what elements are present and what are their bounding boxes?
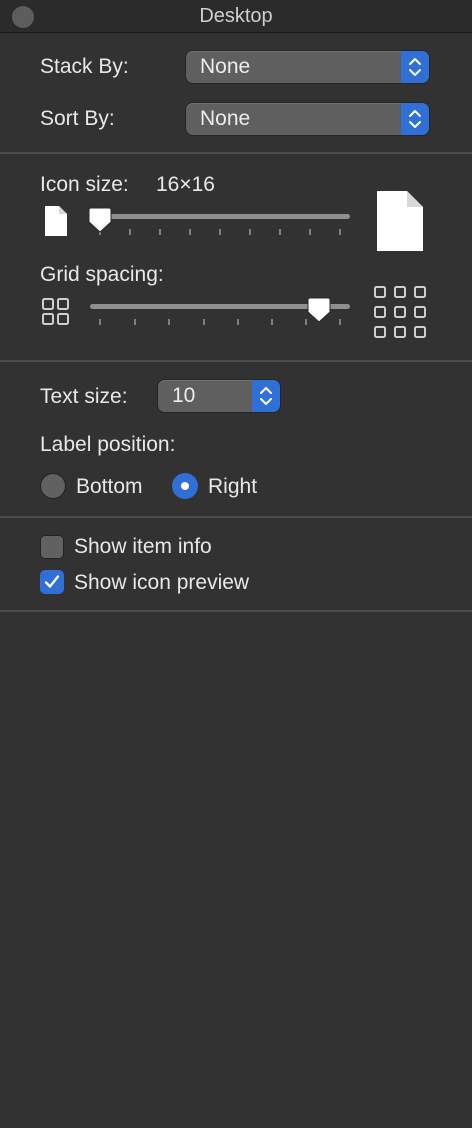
small-document-icon: [44, 205, 68, 242]
icon-size-label: Icon size:: [40, 173, 129, 196]
divider: [0, 360, 472, 362]
window-title: Desktop: [199, 5, 273, 27]
stack-by-label: Stack By:: [40, 55, 129, 78]
stack-by-stepper-icon: [401, 51, 429, 83]
checkmark-icon: [44, 575, 60, 588]
small-grid-icon: [42, 298, 70, 331]
stack-by-value: None: [200, 55, 251, 78]
text-size-value: 10: [172, 384, 196, 407]
text-size-stepper-icon: [252, 380, 280, 412]
divider: [0, 152, 472, 154]
stack-by-popup[interactable]: None: [186, 51, 429, 83]
large-grid-icon: [373, 285, 429, 344]
grid-spacing-label: Grid spacing:: [40, 263, 164, 286]
show-icon-preview-label: Show icon preview: [74, 571, 250, 594]
icon-size-slider-track[interactable]: [90, 214, 350, 219]
title-bar: Desktop: [0, 0, 472, 33]
show-icon-preview-checkbox[interactable]: [40, 570, 64, 594]
show-item-info-label: Show item info: [74, 535, 212, 558]
large-document-icon: [376, 190, 424, 257]
sort-by-popup[interactable]: None: [186, 103, 429, 135]
divider: [0, 516, 472, 518]
sort-by-value: None: [200, 107, 251, 130]
icon-size-slider-knob[interactable]: [88, 206, 112, 239]
grid-spacing-slider-knob[interactable]: [307, 296, 331, 329]
label-position-label: Label position:: [40, 433, 176, 456]
divider: [0, 610, 472, 612]
label-position-bottom-text: Bottom: [76, 475, 143, 498]
text-size-popup[interactable]: 10: [158, 380, 280, 412]
show-item-info-checkbox[interactable]: [40, 535, 64, 559]
icon-size-value: 16×16: [156, 173, 215, 196]
sort-by-stepper-icon: [401, 103, 429, 135]
label-position-right-text: Right: [208, 475, 258, 498]
sort-by-label: Sort By:: [40, 107, 115, 130]
label-position-bottom-radio[interactable]: [40, 473, 66, 499]
label-position-right-radio[interactable]: [172, 473, 198, 499]
text-size-label: Text size:: [40, 385, 128, 408]
